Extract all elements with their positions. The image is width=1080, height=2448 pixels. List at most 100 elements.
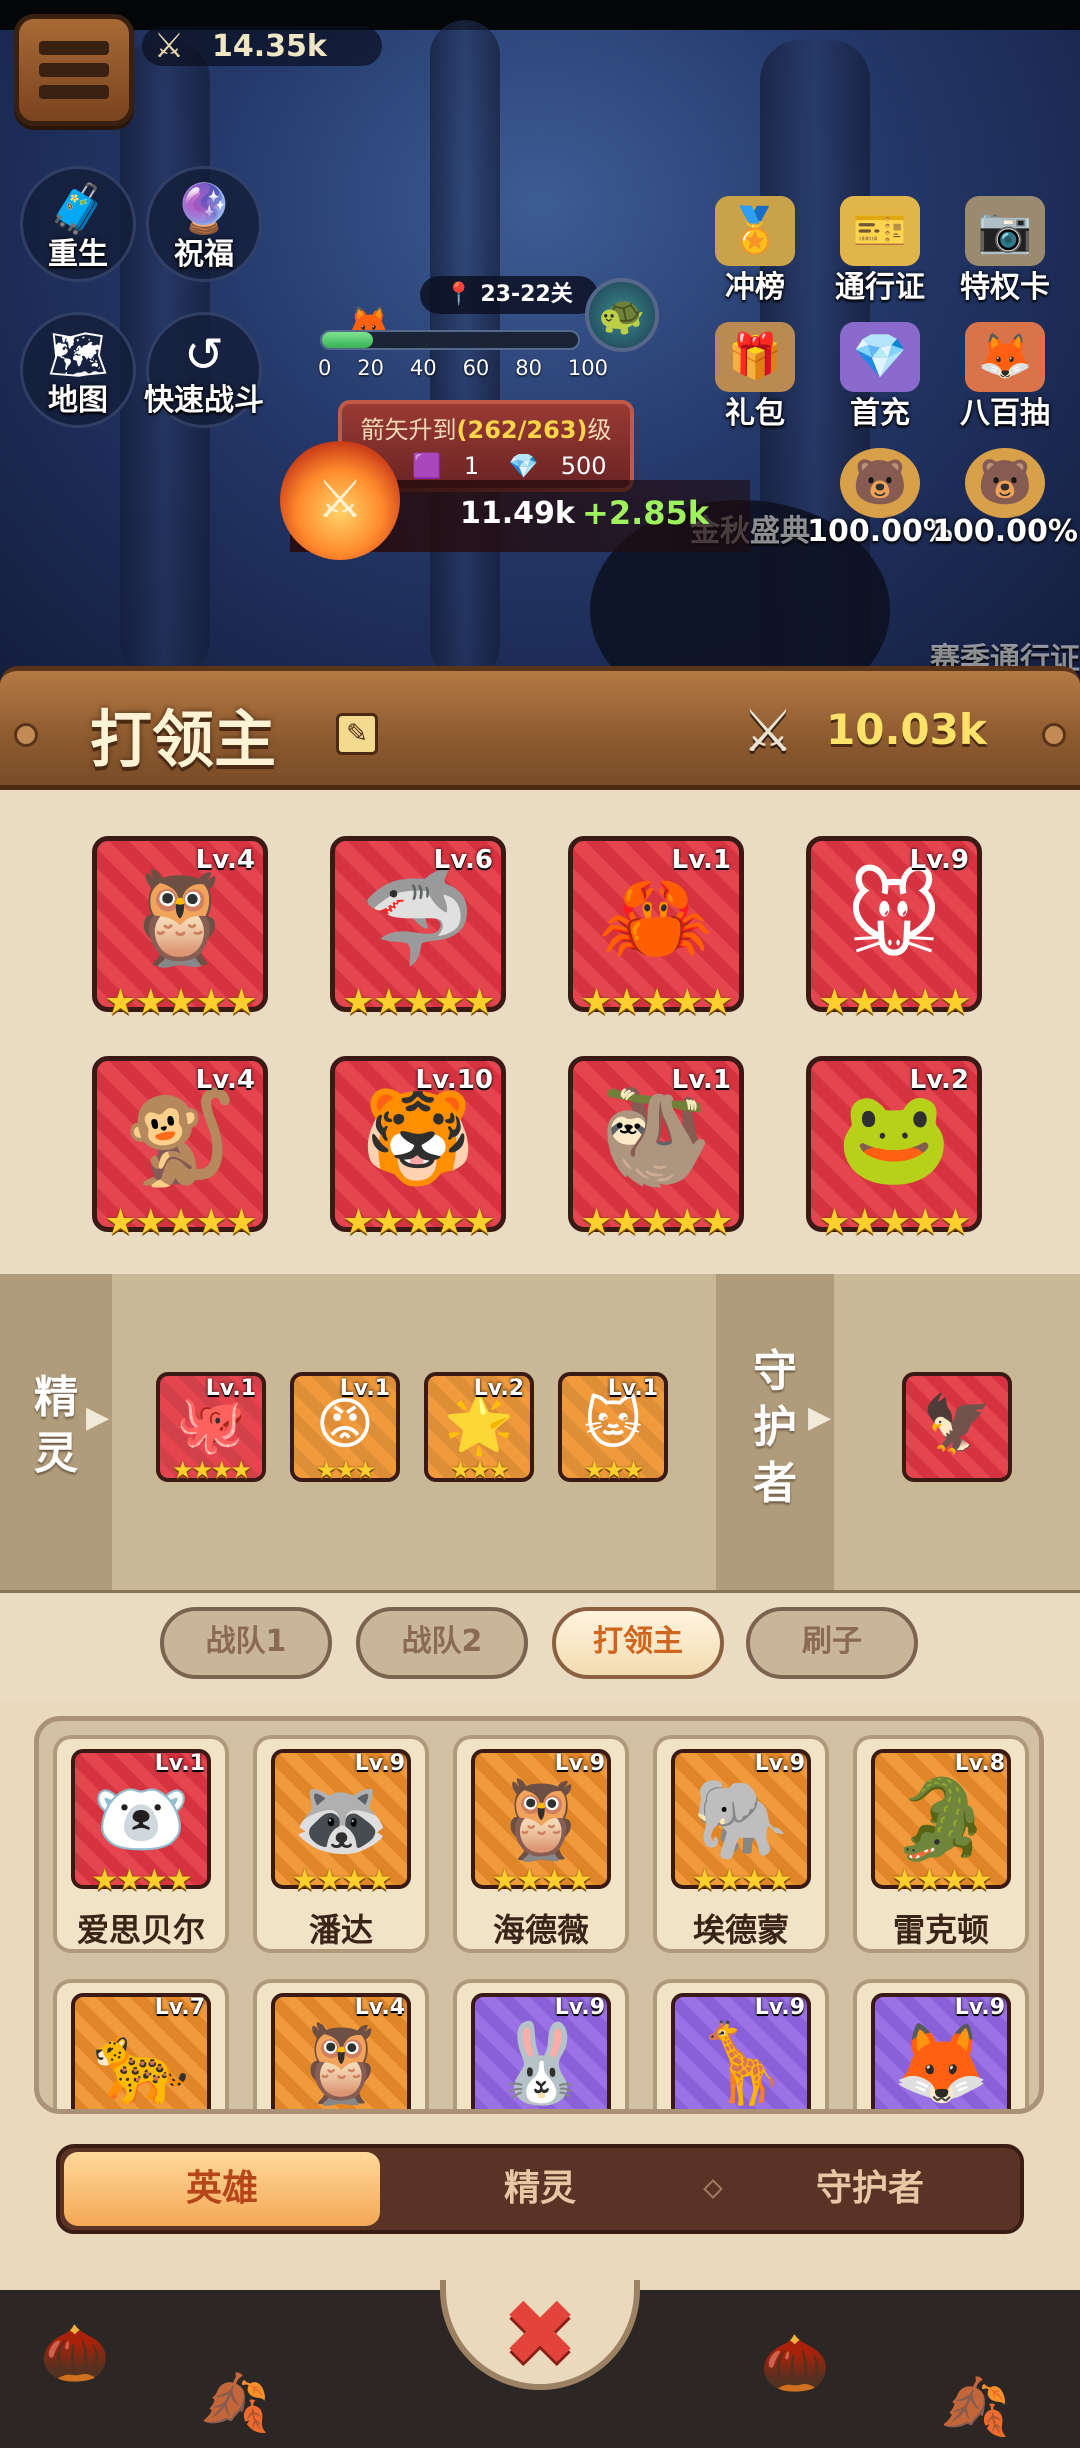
hero-stars: ★★★★ xyxy=(491,1863,593,1898)
tab-guardians[interactable]: 守护者 xyxy=(720,2152,1020,2226)
quick-battle-label: 快速战斗 xyxy=(144,383,264,418)
upgrade-cost-1: 1 xyxy=(463,452,480,480)
hero-stars: ★★★★ xyxy=(891,1863,993,1898)
acorn-pattern-icon: 🌰 xyxy=(760,2331,830,2396)
spirit-stars: ★★★ xyxy=(315,1456,377,1484)
team-header-plank: 打领主 ✎ ⚔ 10.03k xyxy=(0,666,1080,790)
combat-power-delta: +2.85k xyxy=(582,494,710,532)
guardian-side-tab[interactable]: 守 护 者 ▶ xyxy=(716,1274,834,1590)
bear-reward-icon: 🐻 xyxy=(840,448,920,518)
hero-card[interactable]: 🐻‍❄️ Lv.1 ★★★★ 爱思贝尔 xyxy=(53,1735,229,1953)
nail-decoration xyxy=(14,723,38,747)
hero-level: Lv.6 xyxy=(433,845,493,875)
tick-label: 80 xyxy=(515,356,542,380)
hero-level: Lv.4 xyxy=(195,1065,255,1095)
bear-reward-button[interactable]: 🐻 100.00% xyxy=(932,448,1078,558)
tick-label: 0 xyxy=(318,356,332,380)
hero-stars: ★★★★ xyxy=(91,1863,193,1898)
spirit-side-tab[interactable]: 精 灵 ▶ xyxy=(0,1274,112,1590)
blessing-label: 祝福 xyxy=(174,237,234,272)
team-tab[interactable]: 打领主 xyxy=(552,1607,724,1679)
map-pin-icon: 📍 xyxy=(445,282,473,307)
guardian-slot[interactable]: 🦅 xyxy=(902,1372,1012,1482)
team-tabs-bar: 战队1 战队2 打领主 刷子 xyxy=(0,1590,1080,1700)
upgrade-prefix: 箭矢升到 xyxy=(360,416,457,444)
total-power-value: 14.35k xyxy=(212,29,327,64)
team-tab[interactable]: 战队2 xyxy=(356,1607,528,1679)
close-x-icon[interactable]: ✖ xyxy=(490,2284,590,2384)
stage-progress-fill xyxy=(322,332,374,348)
hero-card[interactable]: 🦝 Lv.9 ★★★★ 潘达 xyxy=(253,1735,429,1953)
hero-level: Lv.1 xyxy=(671,845,731,875)
lineup-hero-card[interactable]: 🐯 Lv.10 ★★★★★ xyxy=(330,1056,506,1243)
bear-reward-icon: 🐻 xyxy=(965,448,1045,518)
hero-card[interactable]: 🐰 Lv.9 xyxy=(453,1979,629,2109)
hero-name: 潘达 xyxy=(308,1911,373,1949)
upgrade-suffix: 级 xyxy=(587,416,612,444)
acorn-pattern-icon: 🌰 xyxy=(40,2321,110,2386)
hero-card[interactable]: 🦒 Lv.9 xyxy=(653,1979,829,2109)
lineup-hero-card[interactable]: 🐒 Lv.4 ★★★★★ xyxy=(92,1056,268,1243)
hero-portrait: 🦊 xyxy=(892,2019,990,2109)
lineup-hero-card[interactable]: 🦀 Lv.1 ★★★★★ xyxy=(568,836,744,1023)
diamond-icon: 💎 xyxy=(508,452,539,480)
combat-power-current: 11.49k xyxy=(460,496,575,531)
hero-level: Lv.9 xyxy=(909,845,969,875)
spirit-slot[interactable]: 🐙 Lv.1 ★★★★ xyxy=(156,1372,266,1484)
hero-card[interactable]: 🐊 Lv.8 ★★★★ 雷克顿 xyxy=(853,1735,1029,1953)
hamburger-icon xyxy=(39,41,109,107)
hero-stars: ★★★★ xyxy=(291,1863,393,1898)
hero-card[interactable]: 🐆 Lv.7 xyxy=(53,1979,229,2109)
hero-card[interactable]: 🦉 Lv.9 ★★★★ 海德薇 xyxy=(453,1735,629,1953)
hero-card[interactable]: 🦉 Lv.4 xyxy=(253,1979,429,2109)
hero-level: Lv.7 xyxy=(154,1995,205,2020)
stage-progress-bar xyxy=(320,330,580,350)
map-button[interactable]: 🗺 地图 xyxy=(20,312,136,428)
hero-card[interactable]: 🦊 Lv.9 xyxy=(853,1979,1029,2109)
hero-level: Lv.4 xyxy=(354,1995,405,2020)
quick-battle-button[interactable]: ↺ 快速战斗 xyxy=(144,312,264,428)
lineup-hero-card[interactable]: 🦉 Lv.4 ★★★★★ xyxy=(92,836,268,1023)
hero-portrait: 🐘 xyxy=(692,1775,790,1865)
draw-button[interactable]: 🦊 八百抽 xyxy=(940,322,1070,432)
hero-grid[interactable]: 🐻‍❄️ Lv.1 ★★★★ 爱思贝尔 🦝 Lv.9 ★★★★ 潘达 🦉 Lv.9 ★★★★ 海德薇 🐘… xyxy=(34,1716,1044,2114)
team-tab[interactable]: 刷子 xyxy=(746,1607,918,1679)
hero-stars: ★★★★★ xyxy=(104,982,257,1023)
rebirth-button[interactable]: 🧳 重生 xyxy=(20,166,136,282)
lineup-hero-card[interactable]: 🦈 Lv.6 ★★★★★ xyxy=(330,836,506,1023)
total-power-display: ⚔ 14.35k xyxy=(142,26,382,66)
blessing-button[interactable]: 🔮 祝福 xyxy=(146,166,262,282)
tab-spirits[interactable]: 精灵 xyxy=(390,2152,690,2226)
hero-stars: ★★★★★ xyxy=(104,1202,257,1243)
main-menu-button[interactable] xyxy=(14,14,134,126)
hero-portrait: 🦝 xyxy=(292,1775,390,1865)
tick-label: 60 xyxy=(462,356,490,380)
lineup-hero-card[interactable]: 🐭 Lv.9 ★★★★★ xyxy=(806,836,982,1023)
spirit-stars: ★★★★ xyxy=(171,1456,252,1484)
hero-level: Lv.10 xyxy=(415,1065,493,1095)
team-tab[interactable]: 战队1 xyxy=(160,1607,332,1679)
spirit-level: Lv.1 xyxy=(205,1376,256,1401)
hero-level: Lv.9 xyxy=(754,1751,805,1776)
privilege-card-button[interactable]: 📷 特权卡 xyxy=(940,196,1070,306)
upgrade-progress: (262/263) xyxy=(456,416,588,444)
lineup-hero-card[interactable]: 🐸 Lv.2 ★★★★★ xyxy=(806,1056,982,1243)
tab-heroes[interactable]: 英雄 xyxy=(64,2152,380,2226)
hero-name: 雷克顿 xyxy=(892,1911,989,1949)
hero-level: Lv.9 xyxy=(554,1751,605,1776)
hero-portrait: 🐆 xyxy=(92,2019,190,2109)
boss-icon[interactable]: 🐢 xyxy=(585,278,659,352)
edit-name-icon[interactable]: ✎ xyxy=(336,713,378,755)
hero-level: Lv.9 xyxy=(554,1995,605,2020)
hero-level: Lv.9 xyxy=(954,1995,1005,2020)
spirit-slot[interactable]: 😡 Lv.1 ★★★ xyxy=(290,1372,400,1484)
hero-card[interactable]: 🐘 Lv.9 ★★★★ 埃德蒙 xyxy=(653,1735,829,1953)
spirit-slot[interactable]: 🐱 Lv.1 ★★★ xyxy=(558,1372,668,1484)
crossed-swords-icon: ⚔ xyxy=(153,26,185,66)
hero-name: 埃德蒙 xyxy=(692,1911,789,1949)
hero-portrait: 🐊 xyxy=(892,1775,990,1865)
lineup-hero-card[interactable]: 🦥 Lv.1 ★★★★★ xyxy=(568,1056,744,1243)
bear-reward-label: 100.00% xyxy=(932,514,1078,549)
spirit-slot[interactable]: 🌟 Lv.2 ★★★ xyxy=(424,1372,534,1484)
draw-icon: 🦊 xyxy=(965,322,1045,392)
